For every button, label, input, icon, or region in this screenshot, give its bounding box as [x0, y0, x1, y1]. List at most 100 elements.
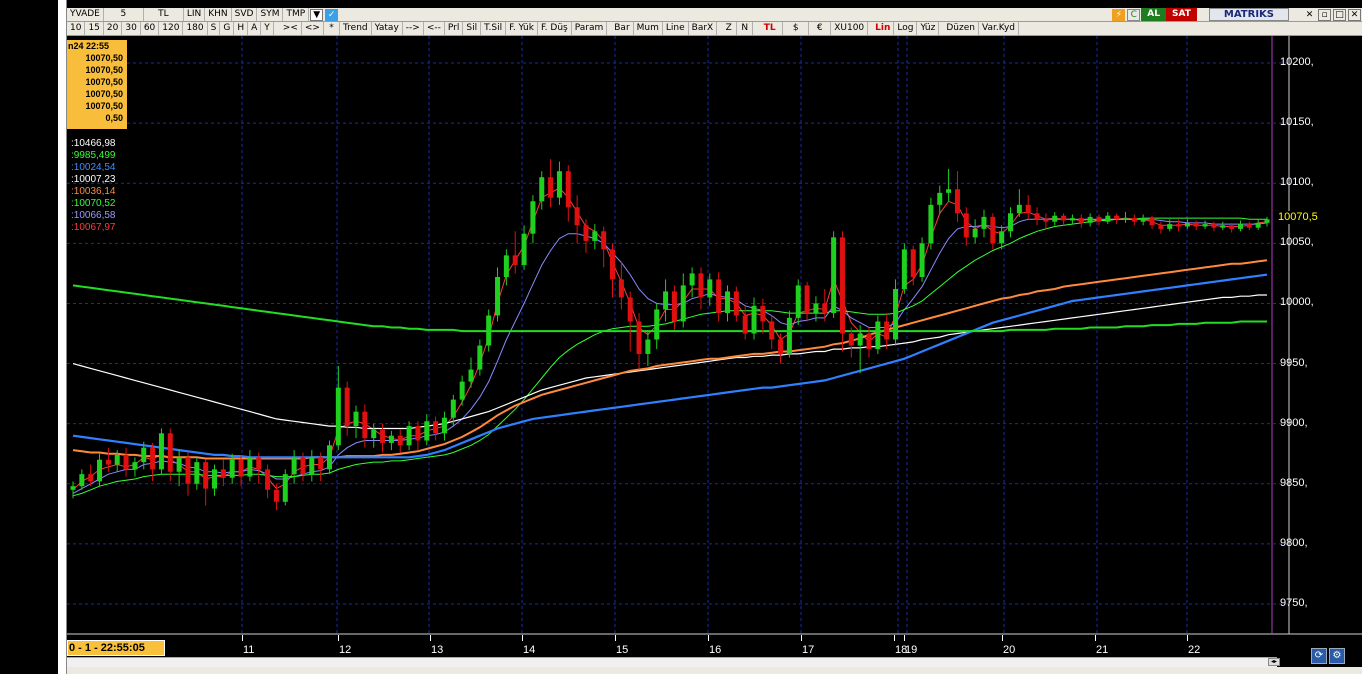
restore-icon[interactable]: ▫ — [1318, 8, 1331, 21]
tool-param[interactable]: Param — [571, 22, 608, 35]
period-10[interactable]: 10 — [67, 22, 86, 35]
currency-tl[interactable]: TL — [757, 22, 784, 35]
period-g[interactable]: G — [220, 22, 235, 35]
tool-fyuk[interactable]: F. Yük — [506, 22, 538, 35]
scale-yuz[interactable]: Yüz — [917, 22, 940, 35]
horizontal-scrollbar[interactable] — [67, 657, 1277, 667]
period-60[interactable]: 60 — [140, 22, 160, 35]
candle-body — [1016, 204, 1022, 214]
price-chart[interactable] — [67, 36, 1362, 635]
candle-body — [512, 255, 518, 265]
nav-icons: ⟳ ⚙ — [1311, 648, 1347, 664]
candle-body — [1061, 215, 1067, 221]
currency-eur[interactable]: € — [809, 22, 832, 35]
candle-body — [875, 321, 881, 350]
y-axis-label: 10100, — [1280, 176, 1314, 189]
tool-zoom-out[interactable]: <> — [301, 22, 324, 35]
candle-body — [972, 228, 978, 238]
sell-button[interactable]: SAT — [1166, 8, 1197, 21]
flash-icon[interactable]: ⚡ — [1112, 8, 1126, 21]
toolbar-vade[interactable]: YVADE — [67, 8, 104, 21]
toolbar-currency[interactable]: TL — [143, 8, 184, 21]
candle-body — [822, 303, 828, 314]
candle-body — [167, 433, 173, 472]
maximize-icon[interactable]: □ — [1333, 8, 1346, 21]
candle-body — [380, 429, 386, 443]
tool-trend[interactable]: Trend — [339, 22, 372, 35]
candle-body — [309, 457, 315, 475]
candle-body — [1184, 222, 1190, 227]
toolbar-sym[interactable]: SYM — [257, 8, 284, 21]
candle-body — [893, 289, 899, 340]
candle-body — [742, 315, 748, 334]
tool-line[interactable]: Line — [662, 22, 689, 35]
period-a[interactable]: A — [248, 22, 262, 35]
tool-yatay[interactable]: Yatay — [371, 22, 403, 35]
moving-average-line — [72, 273, 1268, 459]
tool-right-arrow[interactable]: --> — [402, 22, 424, 35]
tool-fdus[interactable]: F. Düş — [537, 22, 572, 35]
toolbar-svd[interactable]: SVD — [231, 8, 258, 21]
candle-body — [1140, 218, 1146, 222]
period-h[interactable]: H — [234, 22, 249, 35]
tool-sil[interactable]: Sil — [463, 22, 482, 35]
tool-mum[interactable]: Mum — [633, 22, 663, 35]
period-y[interactable]: Y — [261, 22, 274, 35]
toolbar-tmp[interactable]: TMP — [283, 8, 310, 21]
buy-button[interactable]: AL — [1141, 8, 1166, 21]
scale-lin[interactable]: Lin — [872, 22, 895, 35]
info-high: 10070,50 — [85, 65, 123, 75]
toolbar-period[interactable]: 5 — [103, 8, 144, 21]
currency-xu100[interactable]: XU100 — [831, 22, 869, 35]
tool-duzen[interactable]: Düzen — [943, 22, 979, 35]
candle-body — [326, 445, 332, 470]
refresh-chart-icon[interactable]: ⟳ — [1311, 648, 1327, 664]
tool-n[interactable]: N — [737, 22, 754, 35]
tool-barx[interactable]: BarX — [688, 22, 718, 35]
top-toolbar: YVADE 5 TL LIN KHN SVD SYM TMP ▼ ✓ ⚡ C A… — [67, 8, 1362, 22]
candle-body — [1255, 222, 1261, 228]
x-axis-label: 13 — [431, 644, 444, 656]
close-icon[interactable]: ✕ — [1303, 9, 1316, 21]
tool-tsil[interactable]: T.Sil — [481, 22, 507, 35]
refresh-icon[interactable]: C — [1127, 8, 1141, 21]
toolbar-khn[interactable]: KHN — [205, 8, 232, 21]
chart-settings-icon[interactable]: ⚙ — [1329, 648, 1345, 664]
dropdown-arrow-icon[interactable]: ▼ — [310, 8, 324, 21]
tool-varkyd[interactable]: Var.Kyd — [978, 22, 1019, 35]
tool-left-arrow[interactable]: <-- — [423, 22, 445, 35]
candle-body — [229, 459, 235, 478]
indicator-value: :10067,97 — [71, 222, 116, 233]
currency-usd[interactable]: $ — [783, 22, 810, 35]
indicator-value: :10466,98 — [71, 138, 116, 149]
candle-body — [495, 276, 501, 316]
candle-body — [831, 237, 837, 314]
candle-body — [1264, 219, 1270, 223]
period-30[interactable]: 30 — [122, 22, 141, 35]
candle-body — [1211, 224, 1217, 228]
candle-body — [150, 447, 156, 470]
candle-body — [636, 321, 642, 354]
candle-body — [141, 447, 147, 463]
scale-log[interactable]: Log — [894, 22, 918, 35]
candle-body — [839, 237, 845, 334]
toolbar-lin[interactable]: LIN — [183, 8, 206, 21]
twitter-icon[interactable]: ✓ — [325, 8, 339, 21]
period-15[interactable]: 15 — [85, 22, 104, 35]
x-axis-label: 11 — [243, 644, 255, 656]
tool-star[interactable]: * — [323, 22, 340, 35]
candle-body — [981, 216, 987, 229]
period-s[interactable]: S — [207, 22, 221, 35]
scroll-thumb[interactable]: ◂▸ — [1268, 658, 1280, 666]
tool-zoom-in[interactable]: >< — [279, 22, 302, 35]
candle-body — [1078, 218, 1084, 223]
period-180[interactable]: 180 — [183, 22, 208, 35]
tool-prl[interactable]: Prl — [444, 22, 464, 35]
period-120[interactable]: 120 — [159, 22, 184, 35]
window-close-icon[interactable]: ✕ — [1348, 8, 1361, 21]
tool-z[interactable]: Z — [721, 22, 738, 35]
period-20[interactable]: 20 — [103, 22, 123, 35]
candle-body — [565, 171, 571, 208]
tool-bar[interactable]: Bar — [611, 22, 634, 35]
candle-body — [486, 315, 492, 346]
